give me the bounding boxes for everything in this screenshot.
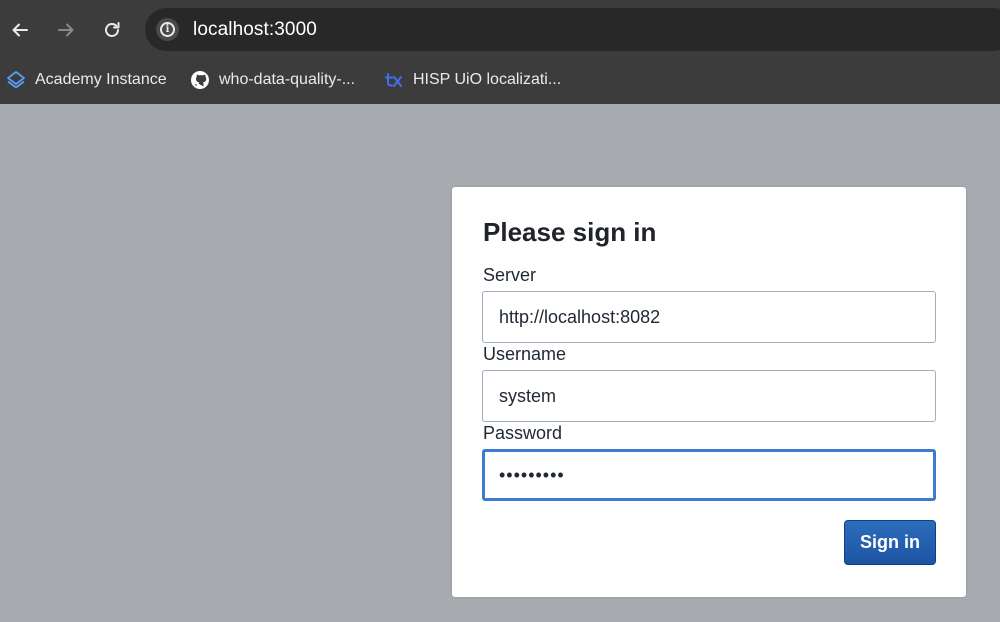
username-label: Username xyxy=(483,344,567,364)
browser-toolbar: i localhost:3000 xyxy=(0,0,1000,58)
transifex-icon xyxy=(384,70,404,90)
layers-icon xyxy=(6,70,26,90)
site-info-icon[interactable]: i xyxy=(156,18,179,41)
reload-icon[interactable] xyxy=(96,14,128,46)
bookmark-hisp-localization[interactable]: HISP UiO localizati... xyxy=(384,67,561,93)
page-background: Please sign in Server Username Password … xyxy=(0,104,1000,622)
bookmark-who-data-quality[interactable]: who-data-quality-... xyxy=(190,67,355,93)
bookmark-academy-instance[interactable]: Academy Instance xyxy=(6,67,167,93)
username-input[interactable] xyxy=(482,370,936,422)
bookmark-label: HISP UiO localizati... xyxy=(413,71,562,88)
github-icon xyxy=(190,70,210,90)
sign-in-card: Please sign in Server Username Password … xyxy=(452,187,966,597)
back-arrow-icon[interactable] xyxy=(4,14,36,46)
bookmark-label: Academy Instance xyxy=(35,71,167,88)
forward-arrow-icon[interactable] xyxy=(50,14,82,46)
server-input[interactable] xyxy=(482,291,936,343)
bookmarks-bar: Academy Instance who-data-quality-... HI… xyxy=(0,58,1000,104)
address-bar[interactable]: i localhost:3000 xyxy=(145,8,1000,51)
page-title: Please sign in xyxy=(483,217,657,247)
password-input[interactable] xyxy=(482,449,936,501)
password-label: Password xyxy=(483,423,563,443)
url-text[interactable]: localhost:3000 xyxy=(193,19,317,41)
server-label: Server xyxy=(483,265,537,285)
bookmark-label: who-data-quality-... xyxy=(219,71,356,88)
sign-in-button[interactable]: Sign in xyxy=(844,520,936,565)
